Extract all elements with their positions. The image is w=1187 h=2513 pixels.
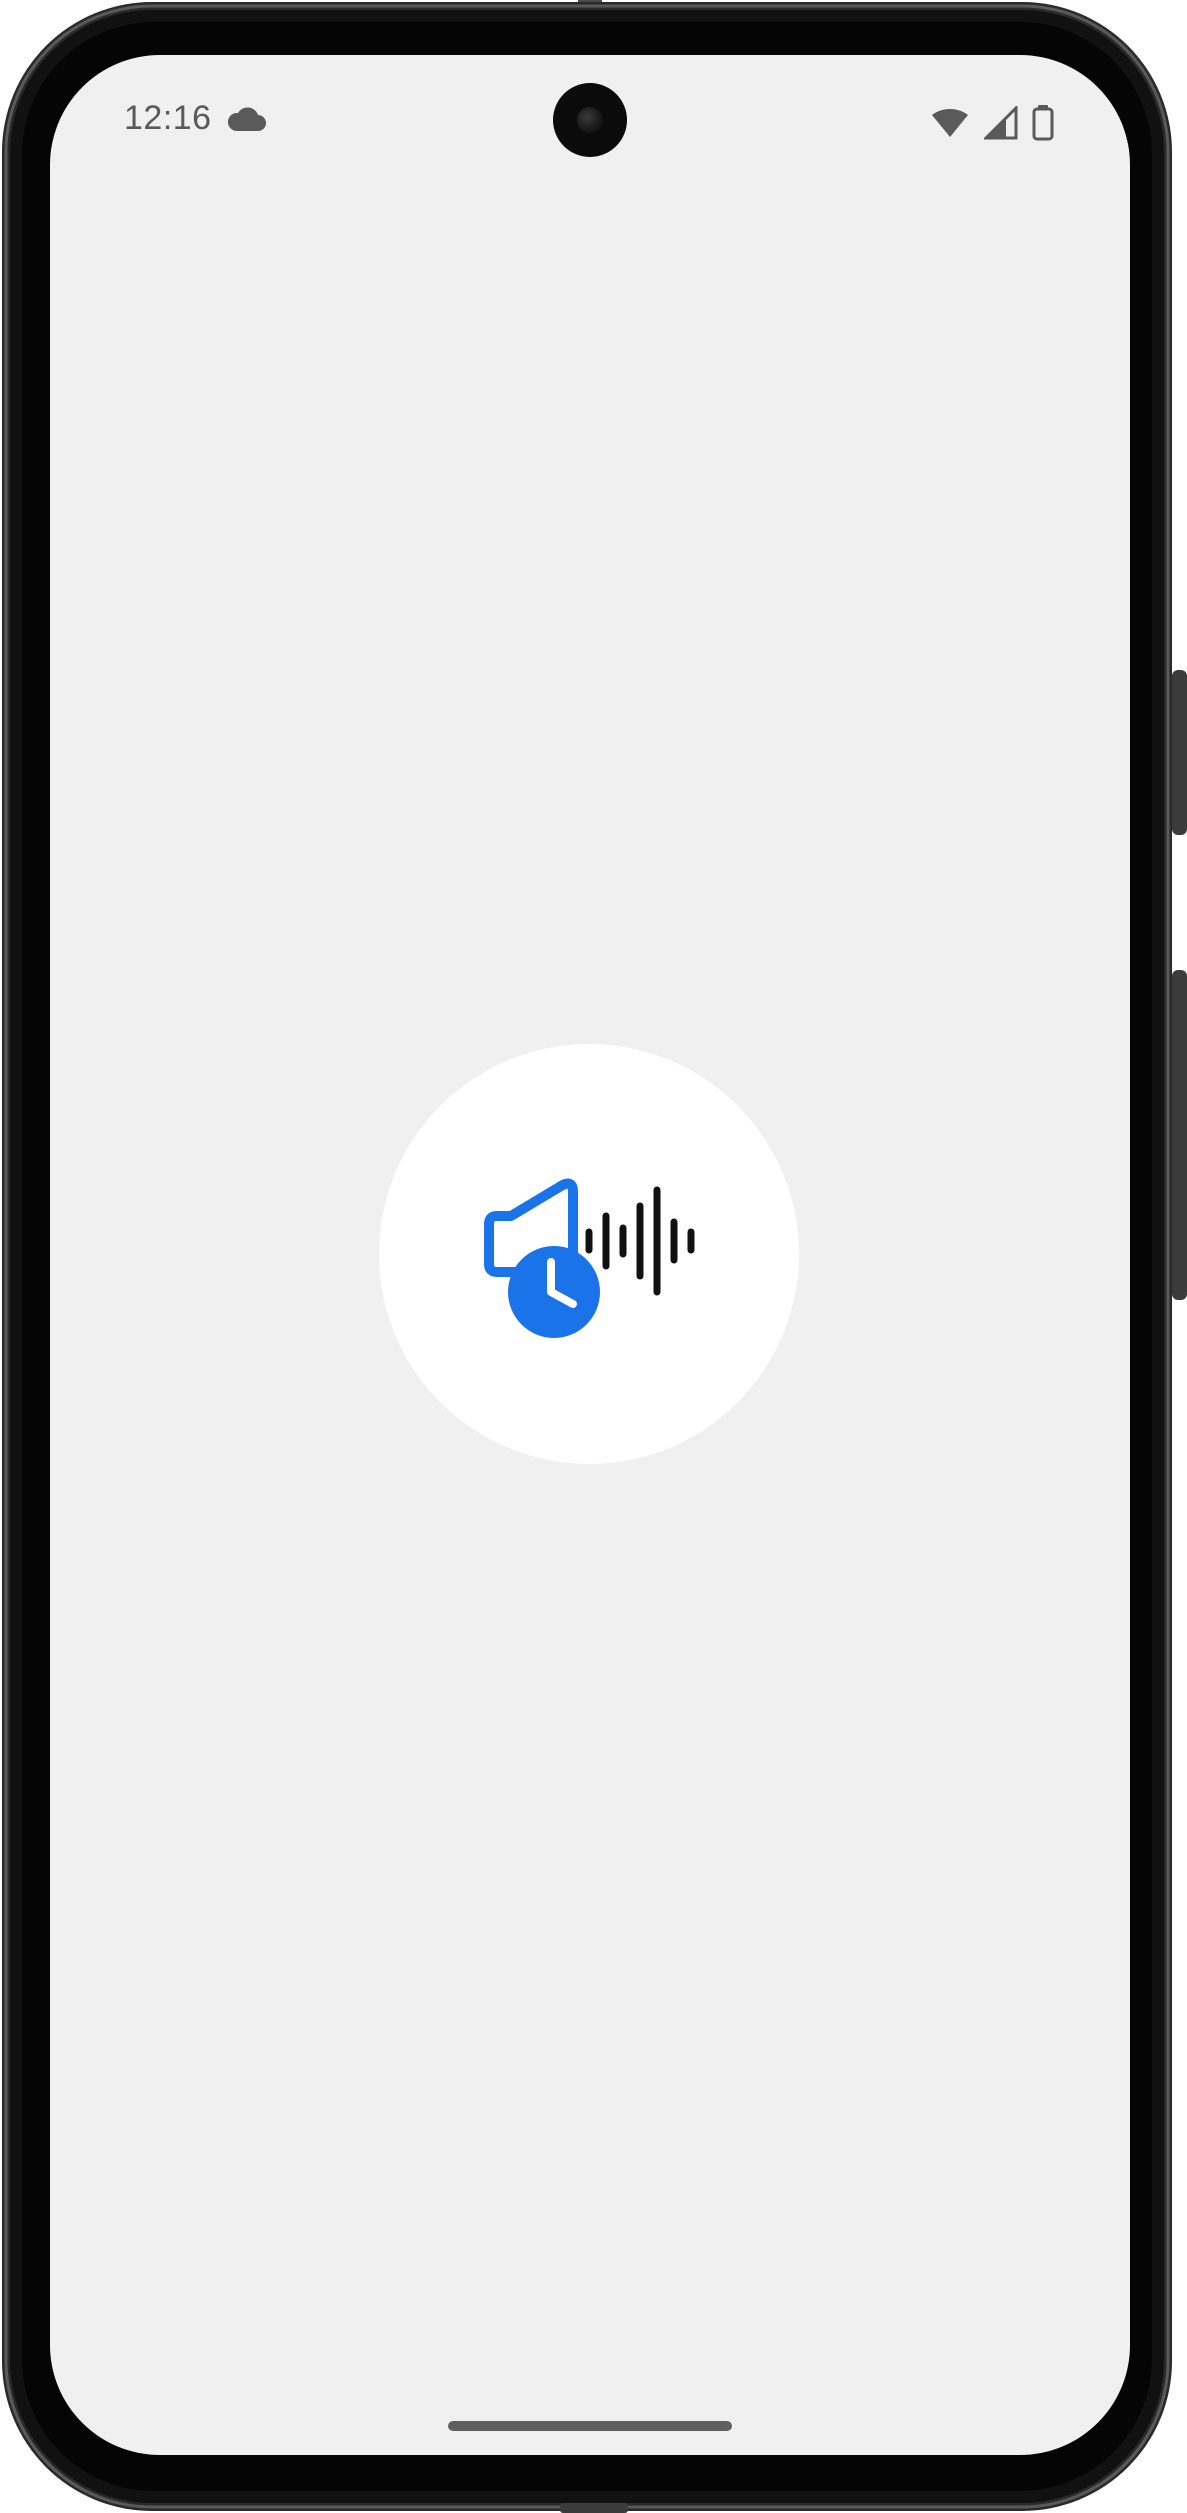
- cloud-icon: [227, 107, 266, 131]
- speaker-clock-waveform-icon: [484, 1178, 695, 1338]
- phone-device: 12:16: [0, 0, 1187, 2513]
- app-screen: 12:16: [50, 55, 1130, 2455]
- camera-lens: [577, 107, 603, 133]
- splash-logo-container: [379, 1044, 799, 1464]
- cellular-signal-icon: [984, 106, 1018, 140]
- status-icons: [930, 105, 1054, 141]
- home-indicator[interactable]: [448, 2421, 732, 2431]
- battery-icon: [1032, 105, 1054, 141]
- status-bar: 12:16: [50, 55, 1130, 185]
- wifi-icon: [932, 109, 968, 137]
- front-camera: [553, 83, 627, 157]
- status-time: 12:16: [124, 99, 212, 137]
